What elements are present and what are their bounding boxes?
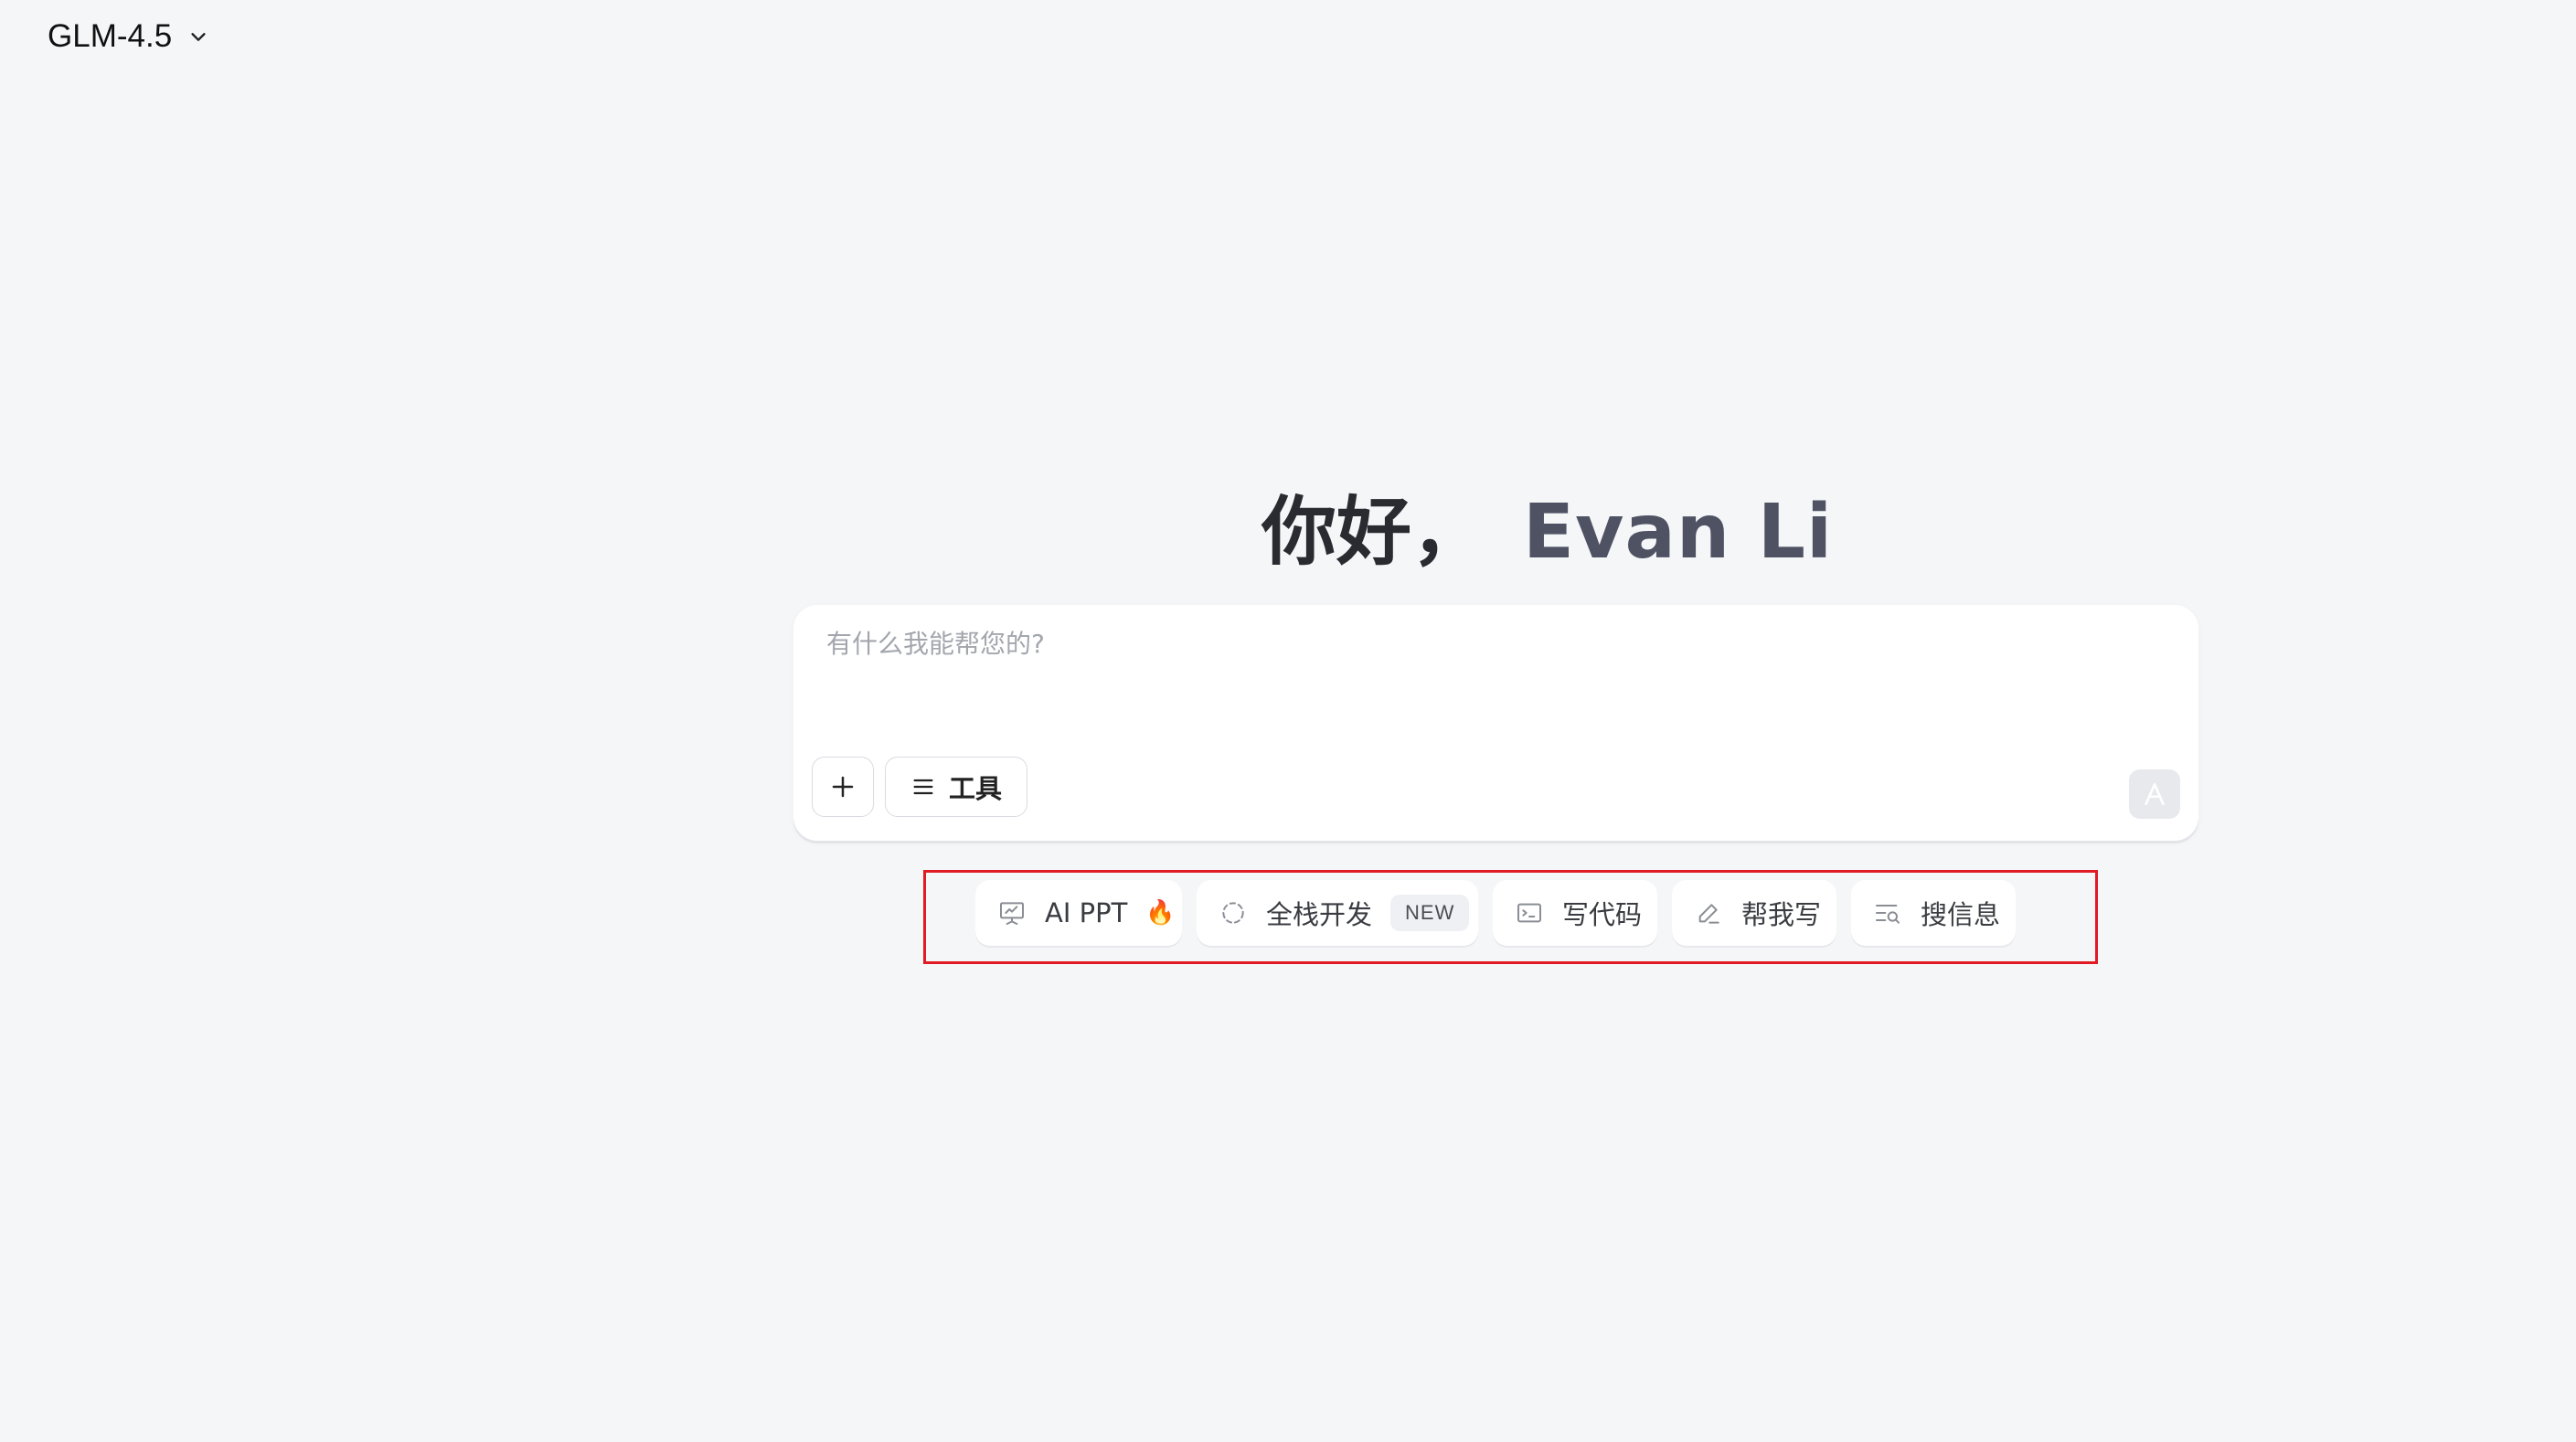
shortcut-label: 搜信息	[1921, 899, 2001, 930]
fire-icon: 🔥	[1145, 899, 1176, 927]
send-button[interactable]	[2129, 769, 2180, 819]
pen-icon	[1698, 904, 1719, 924]
shortcut-help-write[interactable]: 帮我写	[1672, 880, 1836, 946]
shortcut-write-code[interactable]: 写代码	[1493, 880, 1657, 946]
tools-label: 工具	[948, 773, 1002, 804]
greeting-hello: 你好，	[1261, 489, 1487, 576]
send-icon	[2145, 783, 2165, 805]
greeting-username: Evan Li	[1523, 489, 1834, 576]
shortcut-fullstack-dev[interactable]: 全栈开发 NEW	[1197, 880, 1478, 946]
terminal-icon	[1517, 903, 1541, 923]
menu-icon	[913, 779, 933, 795]
new-badge: NEW	[1390, 895, 1470, 931]
add-attachment-button[interactable]	[812, 757, 874, 817]
greeting: 你好， Evan Li	[1261, 471, 1833, 579]
shortcut-label: AI PPT	[1045, 897, 1128, 928]
shortcut-ai-ppt[interactable]: AI PPT 🔥	[975, 880, 1182, 946]
shortcut-label: 帮我写	[1741, 899, 1822, 930]
chat-input[interactable]	[826, 629, 2015, 659]
plus-icon	[832, 776, 854, 798]
shortcut-label: 全栈开发	[1266, 899, 1373, 930]
search-list-icon	[1876, 905, 1900, 924]
model-selector[interactable]: GLM-4.5	[48, 18, 208, 55]
shortcut-search-info[interactable]: 搜信息	[1851, 880, 2016, 946]
presentation-icon	[1000, 902, 1024, 925]
tools-button[interactable]: 工具	[885, 757, 1027, 817]
chevron-down-icon	[191, 33, 206, 41]
model-name: GLM-4.5	[48, 18, 173, 54]
dashed-circle-icon	[1222, 902, 1244, 924]
chat-composer: 工具	[793, 605, 2198, 841]
shortcut-label: 写代码	[1562, 899, 1643, 930]
